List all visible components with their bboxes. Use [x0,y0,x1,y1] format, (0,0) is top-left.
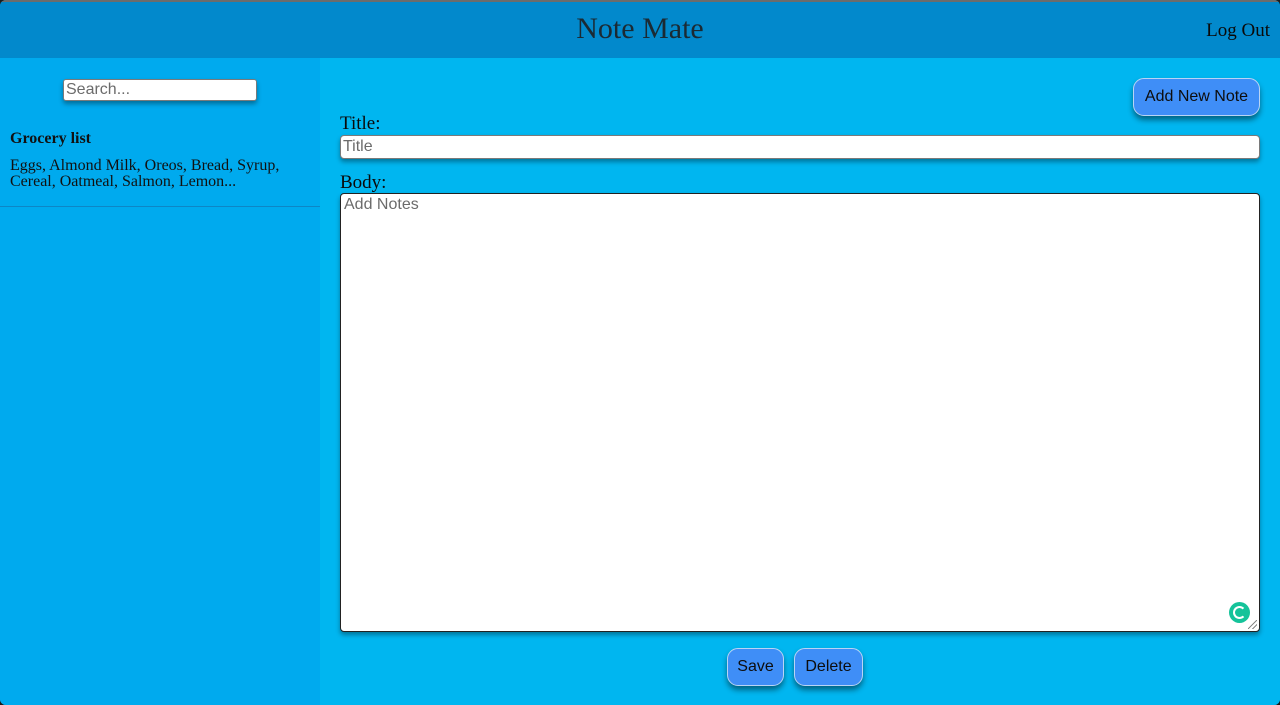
body-textarea[interactable] [340,193,1260,632]
note-list-item[interactable]: Grocery list Eggs, Almond Milk, Oreos, B… [0,122,320,207]
note-editor: Add New Note Title: Body: Save Delete [320,58,1280,705]
save-button[interactable]: Save [727,648,784,686]
note-item-preview: Eggs, Almond Milk, Oreos, Bread, Syrup, … [10,157,280,190]
logout-link[interactable]: Log Out [1206,20,1270,42]
note-item-title: Grocery list [10,130,92,147]
app-header: Note Mate Log Out [0,0,1280,58]
title-label: Title: [340,113,381,134]
add-new-note-button[interactable]: Add New Note [1133,78,1260,116]
body-label: Body: [340,172,387,193]
title-input[interactable] [340,135,1260,159]
sidebar: Grocery list Eggs, Almond Milk, Oreos, B… [0,58,320,705]
delete-button[interactable]: Delete [794,648,863,686]
note-mate-app: Note Mate Log Out Grocery list Eggs, Alm… [0,0,1280,705]
search-input[interactable] [63,79,257,101]
grammarly-icon[interactable] [1229,602,1250,623]
app-title: Note Mate [576,12,704,45]
resize-handle-icon[interactable] [1248,620,1257,629]
